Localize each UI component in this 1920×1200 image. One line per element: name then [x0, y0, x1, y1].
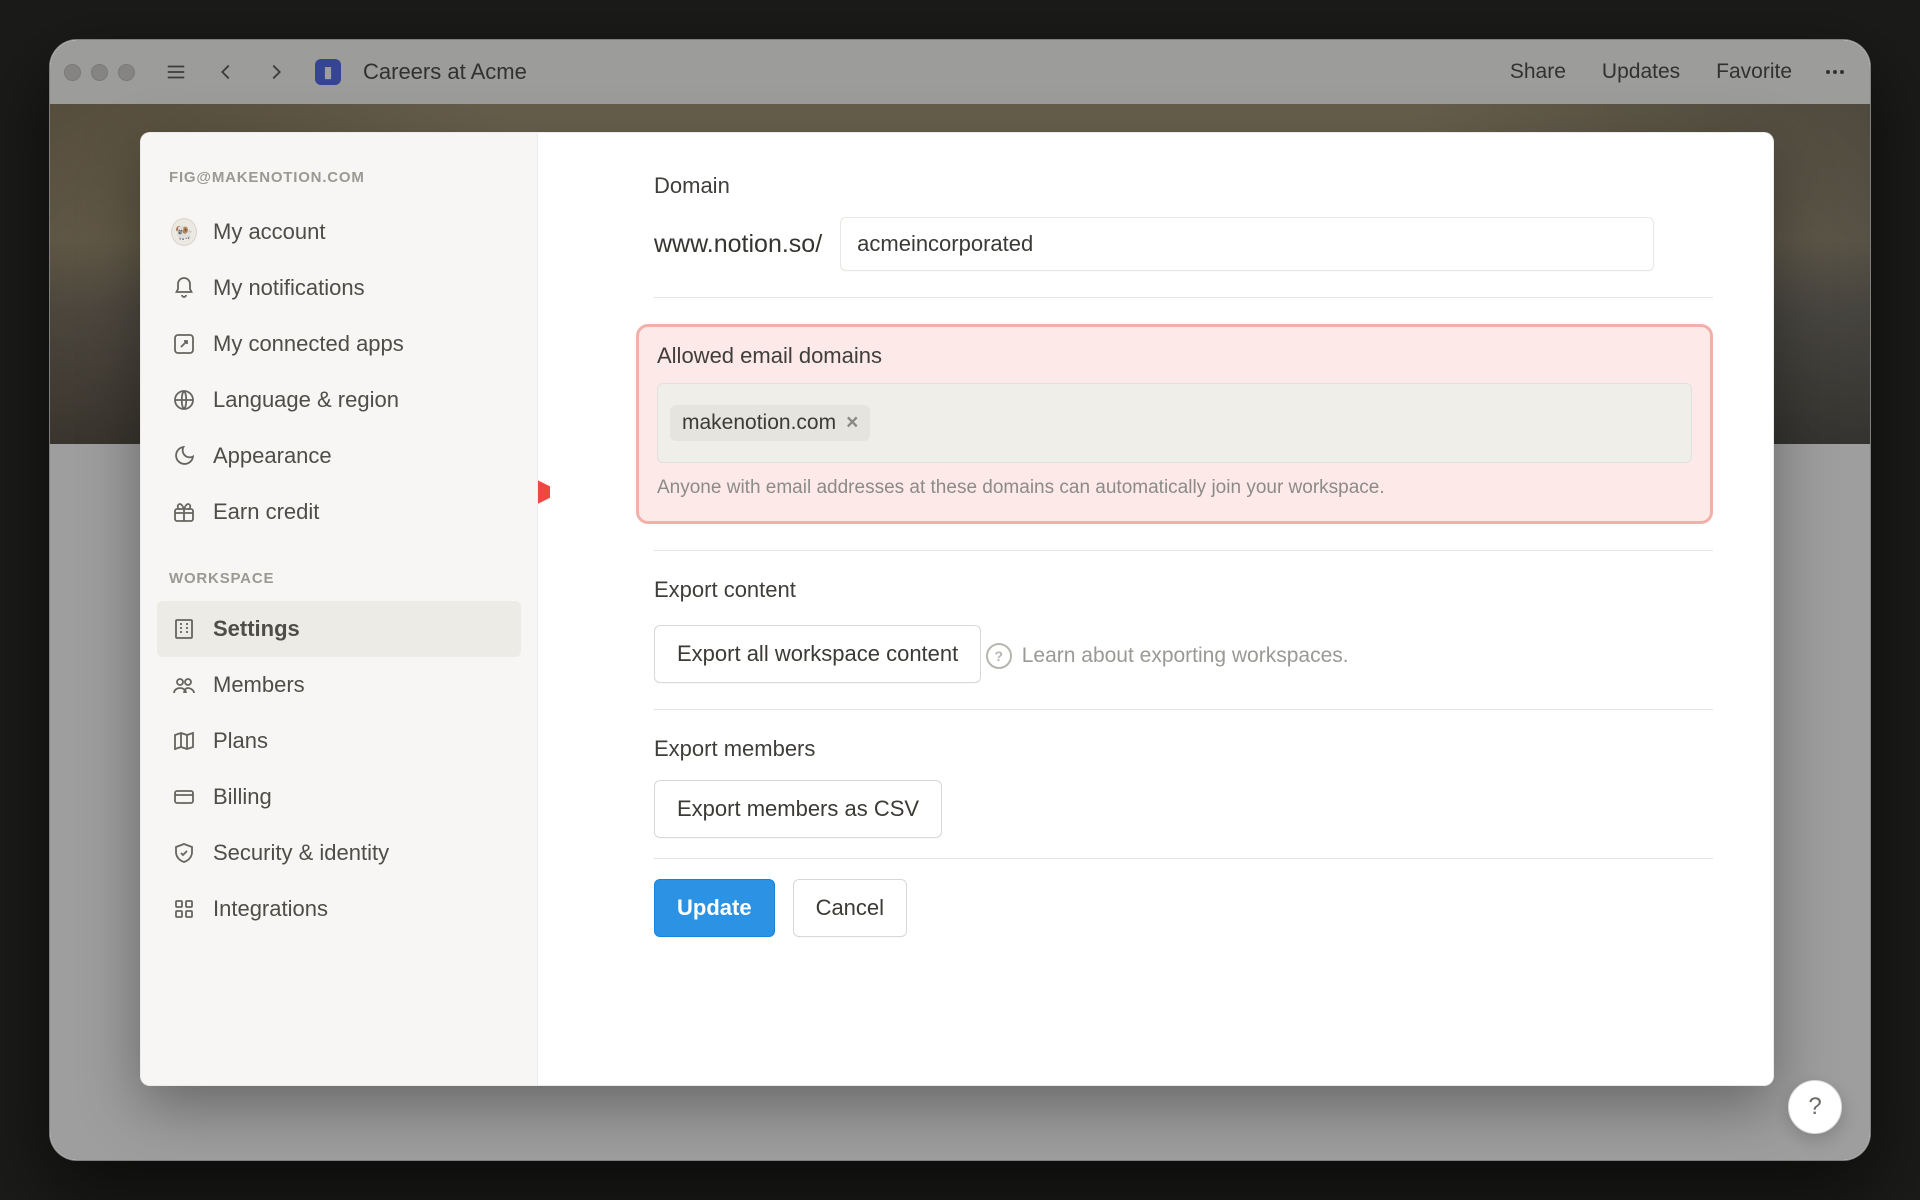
sidebar-item-integrations[interactable]: Integrations [157, 881, 521, 937]
sidebar-item-label: Settings [213, 616, 300, 642]
sidebar-item-appearance[interactable]: Appearance [157, 428, 521, 484]
external-link-icon [171, 331, 197, 357]
sidebar-item-plans[interactable]: Plans [157, 713, 521, 769]
sidebar-item-label: Integrations [213, 896, 328, 922]
update-button[interactable]: Update [654, 879, 775, 937]
sidebar-item-label: Security & identity [213, 840, 389, 866]
help-circle-icon: ? [986, 643, 1012, 669]
sidebar-item-settings[interactable]: Settings [157, 601, 521, 657]
allowed-domains-help: Anyone with email addresses at these dom… [657, 477, 1692, 499]
allowed-domains-highlight: Allowed email domains makenotion.com × A… [636, 324, 1713, 524]
sidebar-item-label: Plans [213, 728, 268, 754]
cancel-button[interactable]: Cancel [793, 879, 907, 937]
chip-remove-icon[interactable]: × [846, 411, 858, 435]
divider [654, 550, 1713, 551]
building-icon [171, 616, 197, 642]
export-all-content-button[interactable]: Export all workspace content [654, 625, 981, 683]
sidebar-item-label: My notifications [213, 275, 365, 301]
shield-icon [171, 840, 197, 866]
sidebar-workspace-header: WORKSPACE [151, 540, 527, 601]
sidebar-item-earn-credit[interactable]: Earn credit [157, 484, 521, 540]
learn-export-link[interactable]: ? Learn about exporting workspaces. [986, 643, 1349, 669]
allowed-domains-input[interactable]: makenotion.com × [657, 383, 1692, 463]
divider [654, 709, 1713, 710]
sidebar-item-language-region[interactable]: Language & region [157, 372, 521, 428]
credit-card-icon [171, 784, 197, 810]
map-icon [171, 728, 197, 754]
help-fab-button[interactable]: ? [1788, 1080, 1842, 1134]
sidebar-item-label: Appearance [213, 443, 332, 469]
moon-icon [171, 443, 197, 469]
sidebar-item-my-account[interactable]: 🐏 My account [157, 204, 521, 260]
sidebar-account-header: FIG@MAKENOTION.COM [151, 159, 527, 204]
domain-input[interactable] [840, 217, 1654, 271]
sidebar-item-label: Language & region [213, 387, 399, 413]
people-icon [171, 672, 197, 698]
gift-icon [171, 499, 197, 525]
avatar-icon: 🐏 [171, 219, 197, 245]
callout-arrow-icon [538, 459, 550, 530]
bell-icon [171, 275, 197, 301]
settings-sidebar: FIG@MAKENOTION.COM 🐏 My account My notif… [141, 133, 538, 1085]
export-content-title: Export content [654, 577, 1713, 603]
domain-section-title: Domain [654, 173, 1713, 199]
sidebar-item-label: My connected apps [213, 331, 404, 357]
sidebar-item-label: My account [213, 219, 326, 245]
export-members-csv-button[interactable]: Export members as CSV [654, 780, 942, 838]
sidebar-item-my-connected-apps[interactable]: My connected apps [157, 316, 521, 372]
learn-export-label: Learn about exporting workspaces. [1022, 644, 1349, 668]
sidebar-item-my-notifications[interactable]: My notifications [157, 260, 521, 316]
divider [654, 297, 1713, 298]
sidebar-item-label: Earn credit [213, 499, 319, 525]
allowed-domains-title: Allowed email domains [657, 343, 1692, 369]
globe-icon [171, 387, 197, 413]
sidebar-item-billing[interactable]: Billing [157, 769, 521, 825]
sidebar-item-label: Billing [213, 784, 272, 810]
export-members-title: Export members [654, 736, 1713, 762]
settings-content: Domain www.notion.so/ Allowed email doma… [538, 133, 1773, 1085]
sidebar-item-label: Members [213, 672, 305, 698]
sidebar-item-members[interactable]: Members [157, 657, 521, 713]
domain-prefix: www.notion.so/ [654, 230, 822, 259]
domain-chip-label: makenotion.com [682, 411, 836, 435]
domain-chip[interactable]: makenotion.com × [670, 405, 870, 441]
settings-modal: FIG@MAKENOTION.COM 🐏 My account My notif… [140, 132, 1774, 1086]
grid-icon [171, 896, 197, 922]
sidebar-item-security[interactable]: Security & identity [157, 825, 521, 881]
